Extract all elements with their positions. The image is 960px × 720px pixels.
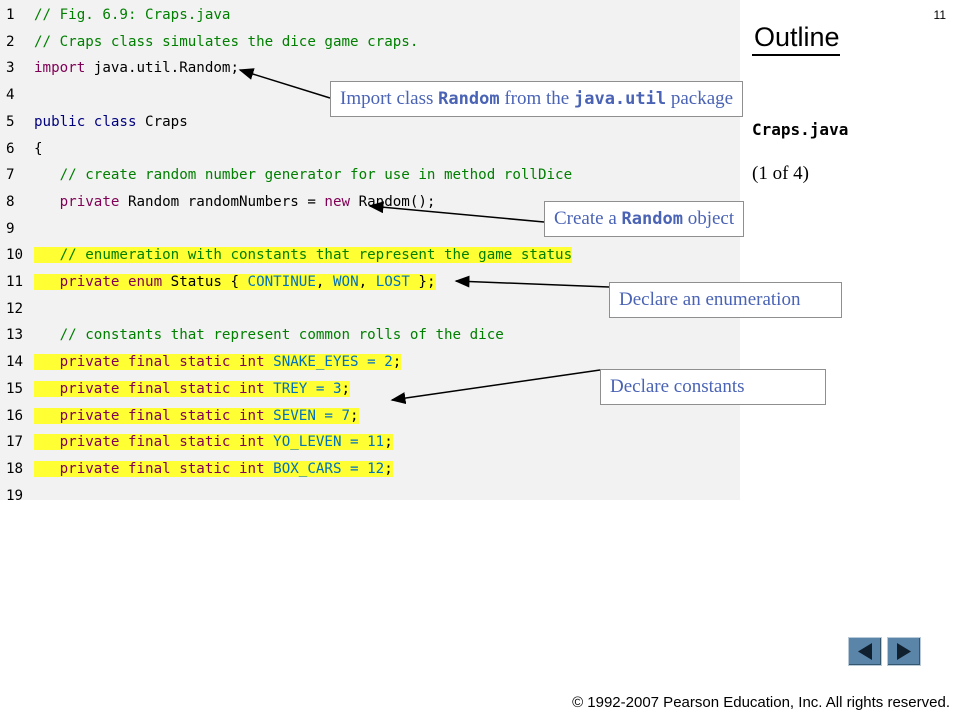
arrow-enum [454,275,610,288]
callout-constants: Declare constants [600,369,826,405]
right-triangle-icon [897,643,911,660]
arrow-constants [390,369,601,405]
copyright-notice: © 1992-2007 Pearson Education, Inc. All … [572,694,950,711]
arrow-random [368,201,545,223]
left-triangle-icon [858,643,872,660]
callout-random: Create a Random object [544,201,745,237]
next-slide-button[interactable] [887,637,921,666]
callout-enum: Declare an enumeration [609,282,842,318]
previous-slide-button[interactable] [848,637,882,666]
callout-import: Import class Random from the java.util p… [330,81,744,117]
arrow-import [238,68,331,99]
